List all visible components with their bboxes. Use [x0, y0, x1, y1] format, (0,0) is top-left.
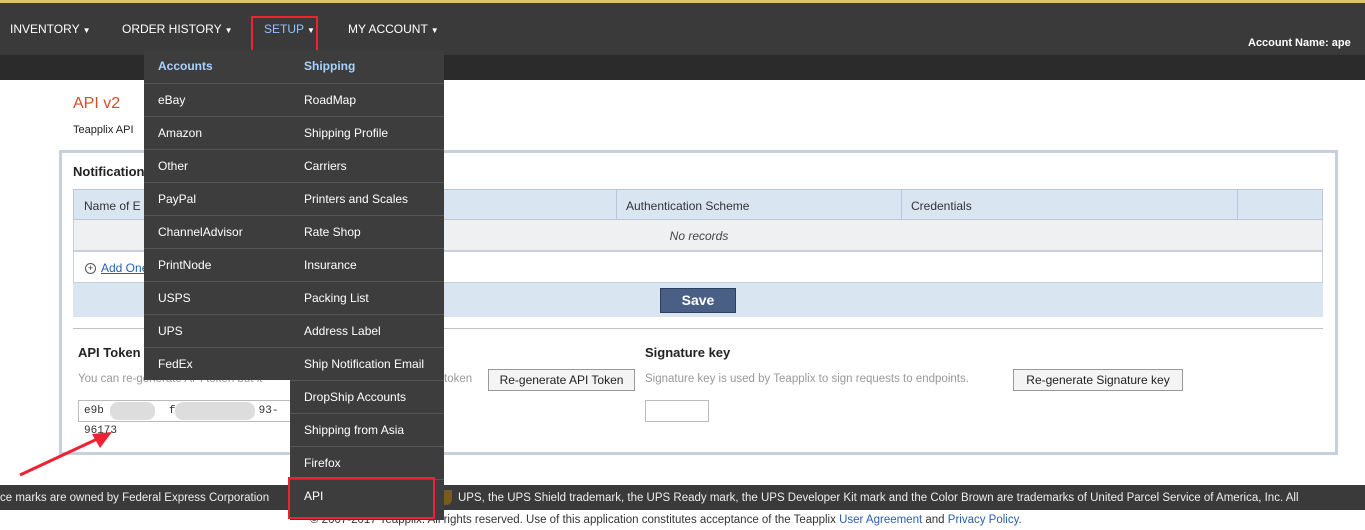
page-title: API v2 — [73, 95, 121, 112]
menu-item-usps[interactable]: USPS — [144, 281, 290, 314]
menu-header-shipping: Shipping — [304, 59, 356, 73]
footer-period: . — [1018, 514, 1022, 526]
privacy-policy-link[interactable]: Privacy Policy — [948, 514, 1019, 526]
nav-my-account-label: MY ACCOUNT — [348, 22, 428, 36]
add-circle-icon[interactable]: + — [85, 263, 96, 274]
signature-key-help: Signature key is used by Teapplix to sig… — [645, 373, 969, 385]
menu-item-insurance[interactable]: Insurance — [290, 248, 444, 281]
menu-item-amazon[interactable]: Amazon — [144, 116, 290, 149]
menu-item-printers-and-scales[interactable]: Printers and Scales — [290, 182, 444, 215]
menu-item-rate-shop[interactable]: Rate Shop — [290, 215, 444, 248]
redaction-blur — [175, 402, 255, 420]
nav-order-history-label: ORDER HISTORY — [122, 22, 222, 36]
redaction-blur — [110, 402, 155, 420]
chevron-down-icon: ▼ — [82, 26, 91, 35]
regenerate-api-token-button[interactable]: Re-generate API Token — [488, 369, 635, 391]
menu-item-channeladvisor[interactable]: ChannelAdvisor — [144, 215, 290, 248]
menu-item-shipping-profile[interactable]: Shipping Profile — [290, 116, 444, 149]
menu-item-dropship-accounts[interactable]: DropShip Accounts — [290, 380, 444, 413]
signature-key-field[interactable] — [645, 400, 709, 422]
footer-trademarks: ce marks are owned by Federal Express Co… — [0, 485, 1365, 510]
column-name[interactable]: Name of E — [84, 199, 141, 213]
user-agreement-link[interactable]: User Agreement — [839, 514, 922, 526]
menu-item-fedex[interactable]: FedEx — [144, 347, 290, 380]
annotation-arrow-shaft — [19, 432, 109, 477]
annotation-arrow — [19, 432, 112, 477]
menu-item-shipping-from-asia[interactable]: Shipping from Asia — [290, 413, 444, 446]
setup-highlight-box — [251, 16, 318, 53]
add-one-link[interactable]: Add One — [101, 261, 148, 275]
footer-fedex-text: ce marks are owned by Federal Express Co… — [0, 492, 270, 504]
api-highlight-box — [288, 477, 435, 519]
account-name-label: Account Name: — [1248, 37, 1329, 49]
column-divider — [616, 190, 617, 219]
chevron-down-icon: ▼ — [430, 26, 439, 35]
column-authentication-scheme[interactable]: Authentication Scheme — [626, 199, 749, 213]
menu-item-roadmap[interactable]: RoadMap — [290, 83, 444, 116]
menu-item-paypal[interactable]: PayPal — [144, 182, 290, 215]
notification-section-title: Notification — [73, 164, 145, 179]
menu-item-packing-list[interactable]: Packing List — [290, 281, 444, 314]
menu-item-ebay[interactable]: eBay — [144, 83, 290, 116]
menu-item-ship-notification-email[interactable]: Ship Notification Email — [290, 347, 444, 380]
account-name-value: ape — [1331, 37, 1351, 49]
footer-and-text: and — [925, 514, 945, 526]
chevron-down-icon: ▼ — [224, 26, 233, 35]
save-button[interactable]: Save — [660, 288, 736, 313]
api-token-help-tail: token — [444, 373, 473, 385]
page-subtitle: Teapplix API — [73, 124, 134, 136]
menu-item-other[interactable]: Other — [144, 149, 290, 182]
menu-item-carriers[interactable]: Carriers — [290, 149, 444, 182]
menu-item-firefox[interactable]: Firefox — [290, 446, 444, 479]
footer-ups-text: UPS, the UPS Shield trademark, the UPS R… — [458, 492, 1299, 504]
nav-my-account[interactable]: MY ACCOUNT ▼ — [348, 22, 439, 36]
nav-order-history[interactable]: ORDER HISTORY ▼ — [122, 22, 233, 36]
menu-item-address-label[interactable]: Address Label — [290, 314, 444, 347]
api-token-title: API Token — [78, 345, 141, 360]
footer-copyright: © 2007-2017 Teapplix. All rights reserve… — [0, 510, 1365, 530]
column-credentials[interactable]: Credentials — [911, 199, 972, 213]
nav-inventory-label: INVENTORY — [10, 22, 80, 36]
api-token-value-start: e9b — [84, 405, 104, 417]
signature-key-title: Signature key — [645, 345, 731, 360]
account-name: Account Name: ape — [1248, 37, 1351, 49]
menu-header-accounts: Accounts — [158, 59, 213, 73]
regenerate-signature-key-button[interactable]: Re-generate Signature key — [1013, 369, 1183, 391]
column-divider — [1237, 190, 1238, 219]
nav-inventory[interactable]: INVENTORY ▼ — [10, 22, 91, 36]
menu-item-printnode[interactable]: PrintNode — [144, 248, 290, 281]
menu-item-ups[interactable]: UPS — [144, 314, 290, 347]
column-divider — [901, 190, 902, 219]
